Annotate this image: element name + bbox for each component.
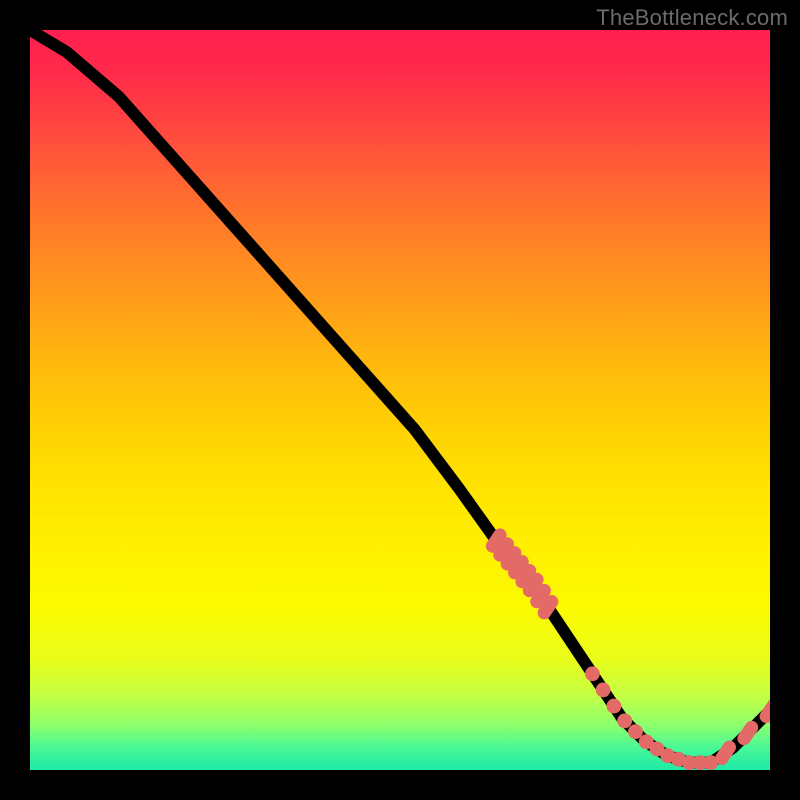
bottleneck-curve-svg	[30, 30, 770, 770]
highlight-markers	[483, 526, 770, 770]
chart-container: TheBottleneck.com	[0, 0, 800, 800]
plot-area	[30, 30, 770, 770]
bottleneck-curve-line	[30, 30, 770, 763]
watermark-text: TheBottleneck.com	[596, 5, 788, 31]
